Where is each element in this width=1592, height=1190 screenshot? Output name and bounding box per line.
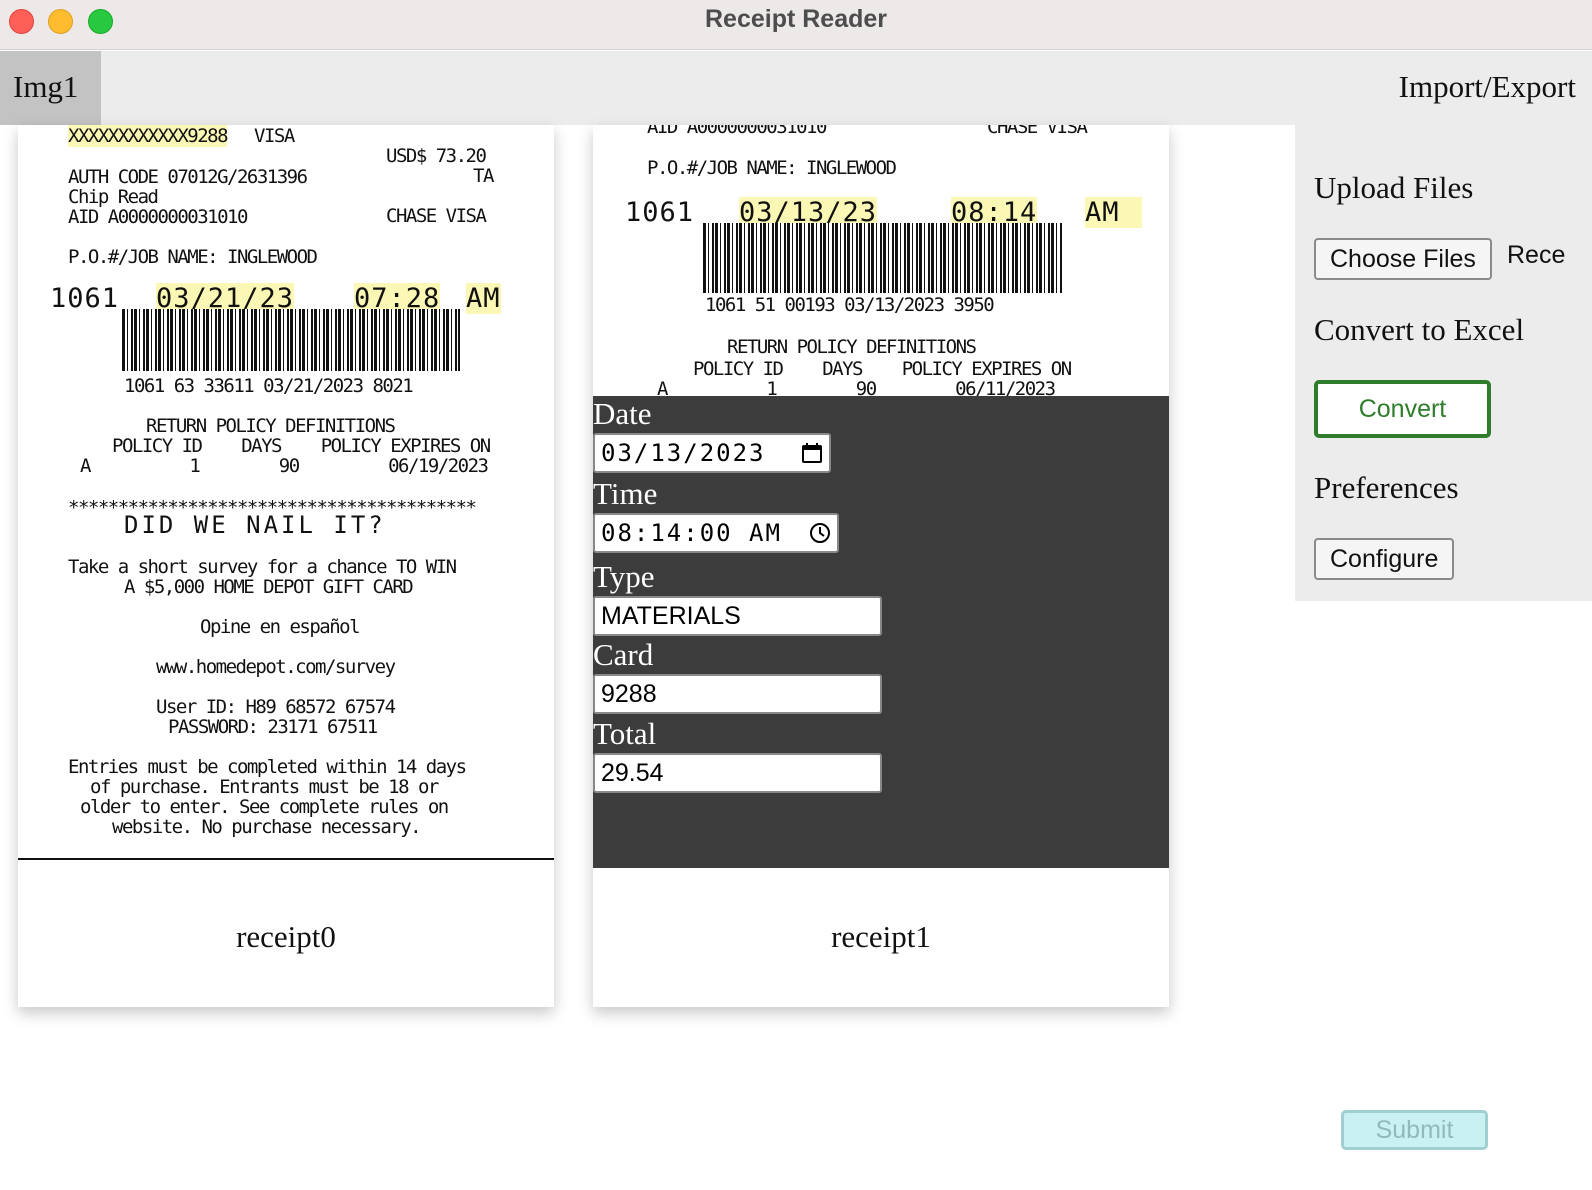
receipt-line: TA — [473, 165, 494, 187]
receipt-line: AM — [466, 283, 501, 314]
receipt-line: CHASE VISA — [987, 125, 1088, 138]
convert-button[interactable]: Convert — [1314, 380, 1491, 438]
convert-to-excel-heading: Convert to Excel — [1314, 312, 1525, 347]
total-input[interactable]: 29.54 — [593, 753, 882, 793]
receipt-line: POLICY ID DAYS POLICY EXPIRES ON — [112, 435, 491, 457]
date-value: 03/13/2023 — [601, 439, 766, 467]
receipt-line: AUTH CODE 07012G/2631396 — [68, 166, 308, 188]
side-panel: Upload Files Choose Files Rece Convert t… — [1295, 125, 1592, 601]
clock-icon[interactable] — [809, 522, 831, 544]
receipt-line: RETURN POLICY DEFINITIONS — [146, 415, 396, 437]
receipt-line: Take a short survey for a chance TO WIN — [68, 556, 457, 578]
receipt-line: P.O.#/JOB NAME: INGLEWOOD — [647, 157, 897, 179]
receipt-line: www.homedepot.com/survey — [156, 656, 396, 678]
barcode — [122, 309, 460, 371]
receipt-line: CHASE VISA — [386, 205, 487, 227]
tab-import-export[interactable]: Import/Export — [1399, 69, 1576, 105]
receipt-line: 1061 — [625, 197, 695, 228]
time-value: 08:14:00 AM — [601, 519, 782, 547]
receipt-line: website. No purchase necessary. — [112, 816, 422, 838]
receipt-line: A 1 90 06/19/2023 — [80, 455, 489, 477]
time-label: Time — [593, 476, 658, 511]
total-label: Total — [593, 716, 657, 751]
receipt-line: AM — [1085, 197, 1142, 228]
receipt-line: 1061 — [50, 283, 120, 314]
receipt-line: 1061 51 00193 03/13/2023 3950 — [705, 294, 995, 316]
choose-files-button[interactable]: Choose Files — [1314, 238, 1492, 280]
receipt-line: USD$ 73.20 — [386, 145, 487, 167]
receipt-line: RETURN POLICY DEFINITIONS — [727, 336, 977, 358]
window-title: Receipt Reader — [704, 5, 888, 33]
time-input[interactable]: 08:14:00 AM — [593, 513, 839, 553]
receipt-card-0[interactable]: XXXXXXXXXXXX9288 VISA USD$ 73.20 AUTH CO… — [18, 125, 554, 1007]
receipt-line: P.O.#/JOB NAME: INGLEWOOD — [68, 246, 318, 268]
card-label: Card — [593, 637, 654, 672]
receipt-line: AID A0000000031010 — [647, 125, 827, 138]
title-bar: Receipt Reader — [0, 0, 1592, 50]
receipt-caption: receipt0 — [236, 919, 336, 954]
receipt-line: A $5,000 HOME DEPOT GIFT CARD — [124, 576, 414, 598]
receipt-form: Date 03/13/2023 Time 08:14:00 AM Type MA… — [593, 396, 1169, 868]
receipt-line: User ID: H89 68572 67574 — [156, 696, 396, 718]
tab-bar: Img1 Import/Export — [0, 51, 1592, 125]
receipt-line: Opine en español — [200, 616, 361, 638]
receipt-line: POLICY ID DAYS POLICY EXPIRES ON — [693, 358, 1072, 380]
date-input[interactable]: 03/13/2023 — [593, 433, 831, 473]
receipt-line: older to enter. See complete rules on — [80, 796, 449, 818]
receipt-line: of purchase. Entrants must be 18 or — [90, 776, 439, 798]
receipt-line: 1061 63 33611 03/21/2023 8021 — [124, 375, 414, 397]
receipt-edge — [18, 858, 554, 860]
configure-button[interactable]: Configure — [1314, 538, 1455, 580]
receipt-line: XXXXXXXXXXXX9288 — [68, 125, 229, 147]
receipt-line: Entries must be completed within 14 days — [68, 756, 467, 778]
receipt-line: Chip Read — [68, 186, 159, 208]
barcode — [703, 223, 1063, 293]
upload-files-heading: Upload Files — [1314, 170, 1474, 205]
submit-button[interactable]: Submit — [1341, 1110, 1488, 1150]
preferences-heading: Preferences — [1314, 470, 1459, 505]
file-status-label: Rece — [1507, 241, 1566, 269]
receipt-line: DID WE NAIL IT? — [124, 511, 386, 539]
card-input[interactable]: 9288 — [593, 674, 882, 714]
receipt-caption: receipt1 — [831, 919, 931, 954]
receipt-line: AID A0000000031010 — [68, 206, 248, 228]
receipt-line: PASSWORD: 23171 67511 — [168, 716, 378, 738]
tab-img1[interactable]: Img1 — [0, 51, 101, 125]
type-label: Type — [593, 559, 655, 594]
receipt-image-0: XXXXXXXXXXXX9288 VISA USD$ 73.20 AUTH CO… — [18, 125, 554, 860]
receipt-line: VISA — [254, 125, 295, 147]
date-label: Date — [593, 396, 652, 431]
type-input[interactable]: MATERIALS — [593, 596, 882, 636]
calendar-icon[interactable] — [801, 442, 823, 464]
receipt-card-1[interactable]: AID A0000000031010 CHASE VISA P.O.#/JOB … — [593, 125, 1169, 1007]
